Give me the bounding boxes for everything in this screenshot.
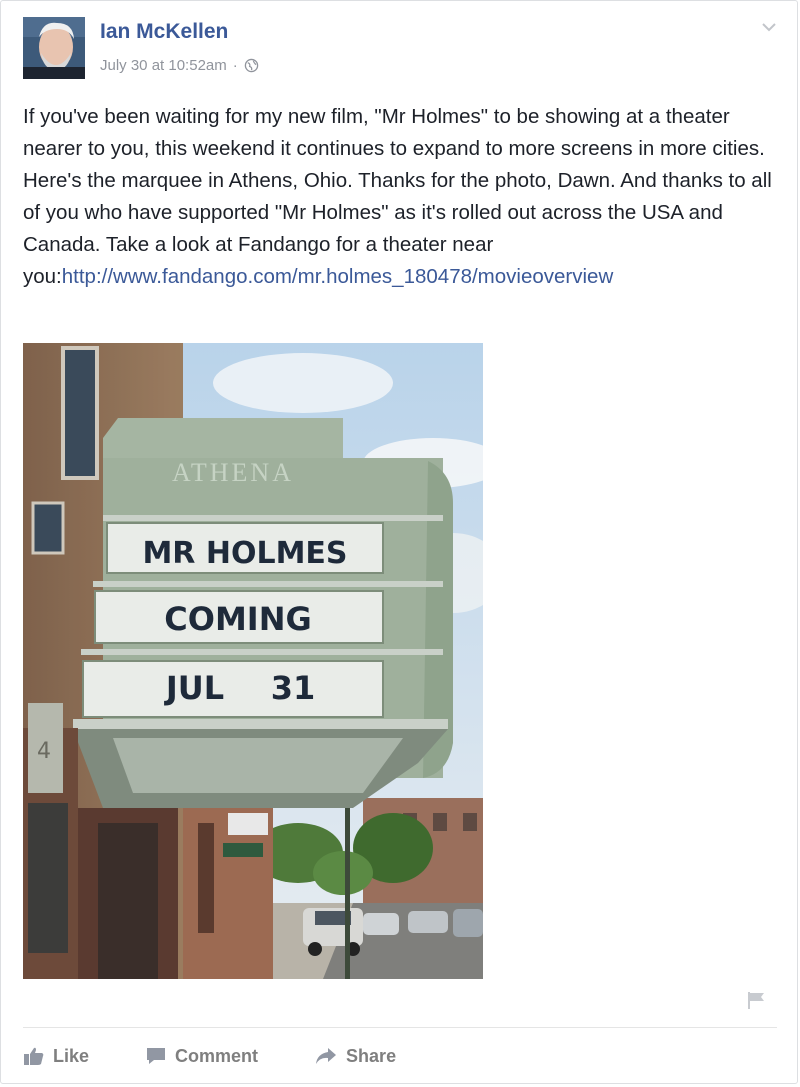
author-name[interactable]: Ian McKellen: [100, 20, 228, 44]
like-button[interactable]: Like: [23, 1046, 89, 1067]
marquee-name: ATHENA: [172, 458, 294, 487]
post-photo[interactable]: ATHENA MR HOLMES COMING JUL 31 4: [23, 343, 483, 979]
action-divider: [23, 1027, 777, 1028]
post-link[interactable]: http://www.fandango.com/mr.holmes_180478…: [62, 265, 614, 288]
post-card: Ian McKellen July 30 at 10:52am · If you…: [0, 0, 798, 1084]
timestamp[interactable]: July 30 at 10:52am: [100, 57, 227, 74]
flag-icon[interactable]: [745, 989, 767, 1011]
marquee-line-2: COMING: [164, 600, 311, 638]
comment-icon: [147, 1048, 166, 1064]
share-icon: [316, 1048, 337, 1064]
post-body-text: If you've been waiting for my new film, …: [23, 105, 772, 288]
meta-separator: ·: [232, 57, 238, 74]
avatar[interactable]: [23, 17, 85, 79]
share-label: Share: [346, 1045, 397, 1066]
comment-button[interactable]: Comment: [145, 1046, 258, 1067]
globe-icon[interactable]: [244, 58, 259, 73]
post-text: If you've been waiting for my new film, …: [23, 101, 783, 293]
building-number: 4: [37, 739, 51, 764]
chevron-down-icon[interactable]: [761, 21, 777, 33]
comment-label: Comment: [175, 1045, 259, 1066]
marquee-line-1: MR HOLMES: [142, 536, 347, 571]
thumbs-up-icon: [24, 1047, 44, 1065]
share-button[interactable]: Share: [314, 1046, 396, 1067]
action-bar: Like Comment Share: [23, 1041, 396, 1071]
like-label: Like: [53, 1045, 90, 1066]
marquee-line-3-month: JUL: [164, 669, 224, 707]
marquee-line-3-day: 31: [271, 669, 316, 707]
post-meta: July 30 at 10:52am ·: [100, 57, 259, 74]
